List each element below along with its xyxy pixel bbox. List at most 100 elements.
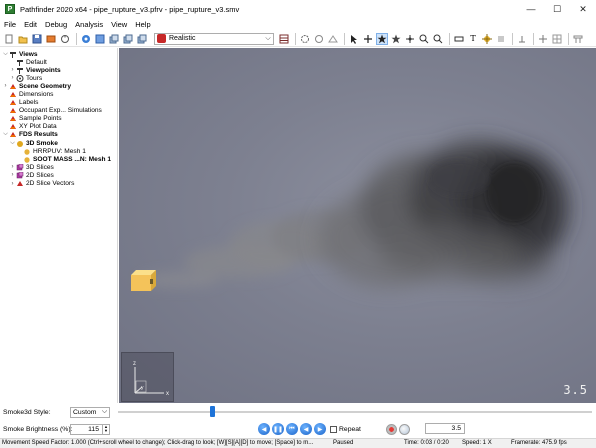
minimize-button[interactable]: — xyxy=(518,0,544,18)
tree-item-scene-geometry[interactable]: › Scene Geometry xyxy=(0,82,117,90)
tree-item-label: XY Plot Data xyxy=(19,123,57,131)
menu-analysis[interactable]: Analysis xyxy=(75,20,103,29)
record-settings-icon[interactable] xyxy=(399,423,410,435)
chevron-right-icon[interactable]: › xyxy=(2,83,9,89)
zoom-in-icon[interactable] xyxy=(418,33,430,45)
tree-item-label: Labels xyxy=(19,99,39,107)
smoke3d-style-label: Smoke3d Style: xyxy=(3,408,51,416)
measure-icon[interactable] xyxy=(453,33,465,45)
smoke-folder-icon xyxy=(16,140,24,147)
chevron-right-icon[interactable]: › xyxy=(9,181,16,187)
tree-item-views[interactable]: ⌵ Views xyxy=(0,50,117,58)
table-icon[interactable] xyxy=(278,33,290,45)
smoke-source-box[interactable] xyxy=(131,270,156,291)
layers-icon[interactable] xyxy=(495,33,507,45)
axis-label-z: z xyxy=(133,361,136,367)
timeline-slider-track[interactable] xyxy=(118,411,592,413)
tree-item-2d-slice-vectors[interactable]: › 2D Slice Vectors xyxy=(0,180,117,188)
new-file-icon[interactable] xyxy=(3,33,15,45)
tree-item-fds-results[interactable]: ⌵ FDS Results xyxy=(0,131,117,139)
menu-file[interactable]: File xyxy=(4,20,16,29)
pan-icon[interactable] xyxy=(362,33,374,45)
smoke-item-icon xyxy=(23,156,31,163)
time-input[interactable]: 3.5 xyxy=(425,423,465,434)
move-icon[interactable] xyxy=(404,33,416,45)
tree-item-labels[interactable]: Labels xyxy=(0,99,117,107)
chevron-right-icon[interactable]: › xyxy=(9,172,16,178)
grid-icon[interactable] xyxy=(551,33,563,45)
repeat-label: Repeat xyxy=(339,425,361,433)
tree-item-default[interactable]: Default xyxy=(0,58,117,66)
maximize-button[interactable]: ☐ xyxy=(544,0,570,18)
orbit-icon[interactable] xyxy=(80,33,92,45)
record-icon[interactable] xyxy=(386,423,397,435)
repeat-toggle[interactable]: Repeat xyxy=(330,425,361,433)
geometry-icon xyxy=(9,115,17,122)
view-top-icon[interactable] xyxy=(108,33,120,45)
geometry-icon xyxy=(9,91,17,98)
main-toolbar: Realistic ⌵ T xyxy=(0,31,596,47)
tree-item-dimensions[interactable]: Dimensions xyxy=(0,90,117,98)
tree-item-sample-points[interactable]: Sample Points xyxy=(0,115,117,123)
tree-item-hrrpuv-mesh-1[interactable]: HRRPUV: Mesh 1 xyxy=(0,147,117,155)
tree-item-3d-slices[interactable]: › 3D Slices xyxy=(0,163,117,171)
tree-item-3d-smoke[interactable]: ⌵ 3D Smoke xyxy=(0,139,117,147)
tree-item-occupant-exp-simulations[interactable]: Occupant Exp... Simulations xyxy=(0,107,117,115)
view-side-icon[interactable] xyxy=(136,33,148,45)
smoke3d-style-dropdown[interactable]: Custom ⌵ xyxy=(70,406,110,418)
tours-icon xyxy=(16,74,24,82)
settings-icon[interactable] xyxy=(299,33,311,45)
play-reverse-icon[interactable]: ◀ xyxy=(258,423,270,435)
chevron-right-icon[interactable]: › xyxy=(9,75,16,81)
menu-edit[interactable]: Edit xyxy=(24,20,37,29)
fly-icon[interactable] xyxy=(390,33,402,45)
chevron-right-icon[interactable]: › xyxy=(9,67,16,73)
tree-item-tours[interactable]: › Tours xyxy=(0,74,117,82)
step-back-icon[interactable]: ◀ xyxy=(300,423,312,435)
render-mode-dropdown[interactable]: Realistic ⌵ xyxy=(154,32,274,45)
chevron-down-icon[interactable]: ⌵ xyxy=(2,131,9,138)
smoke-item-icon xyxy=(23,148,31,155)
snapshot-icon[interactable] xyxy=(516,33,528,45)
status-state: Paused xyxy=(333,440,354,446)
import-icon[interactable] xyxy=(45,33,57,45)
3d-viewport[interactable]: z x y 3.5 xyxy=(119,48,596,403)
menu-view[interactable]: View xyxy=(111,20,127,29)
rewind-icon[interactable]: ⏮ xyxy=(286,423,298,435)
tree-item-2d-slices[interactable]: › 2D Slices xyxy=(0,171,117,179)
tree-item-viewpoints[interactable]: › Viewpoints xyxy=(0,66,117,74)
step-forward-icon[interactable]: ▶ xyxy=(314,423,326,435)
record-controls xyxy=(386,422,410,436)
view-front-icon[interactable] xyxy=(122,33,134,45)
pause-icon[interactable]: ❚❚ xyxy=(272,423,284,435)
spin-arrows-icon[interactable]: ▲ ▼ xyxy=(102,424,109,434)
chevron-down-icon[interactable]: ⌵ xyxy=(9,140,16,147)
navigate-icon[interactable] xyxy=(376,32,388,45)
save-icon[interactable] xyxy=(31,33,43,45)
open-folder-icon[interactable] xyxy=(17,33,29,45)
chevron-right-icon[interactable]: › xyxy=(9,164,16,170)
smoke-brightness-stepper[interactable]: 115 ▲ ▼ xyxy=(70,423,110,435)
geometry-icon xyxy=(9,123,17,130)
chevron-down-icon[interactable]: ⌵ xyxy=(2,51,9,58)
repeat-checkbox[interactable] xyxy=(330,425,337,433)
split-icon[interactable] xyxy=(537,33,549,45)
select-icon[interactable] xyxy=(348,33,360,45)
reset-view-icon[interactable] xyxy=(59,33,71,45)
text-icon[interactable]: T xyxy=(467,33,479,45)
filter-icon[interactable] xyxy=(313,33,325,45)
zoom-out-icon[interactable] xyxy=(432,33,444,45)
menu-debug[interactable]: Debug xyxy=(45,20,67,29)
toggle-icon[interactable] xyxy=(327,33,339,45)
camera-icon[interactable] xyxy=(572,33,584,45)
tree-item-label: Default xyxy=(26,58,47,66)
pathfinder-app-icon: P xyxy=(5,4,15,14)
timeline-slider-thumb[interactable] xyxy=(209,406,215,417)
zoom-icon[interactable] xyxy=(94,33,106,45)
menu-help[interactable]: Help xyxy=(135,20,150,29)
smoke-icon[interactable] xyxy=(481,33,493,45)
playback-row: Smoke Brightness (%): 115 ▲ ▼ ◀ ❚❚ ⏮ ◀ ▶ … xyxy=(0,422,596,436)
tree-item-xy-plot-data[interactable]: XY Plot Data xyxy=(0,123,117,131)
tree-item-soot-mass-n-mesh-1[interactable]: SOOT MASS ...N: Mesh 1 xyxy=(0,155,117,163)
close-button[interactable]: ✕ xyxy=(570,0,596,18)
